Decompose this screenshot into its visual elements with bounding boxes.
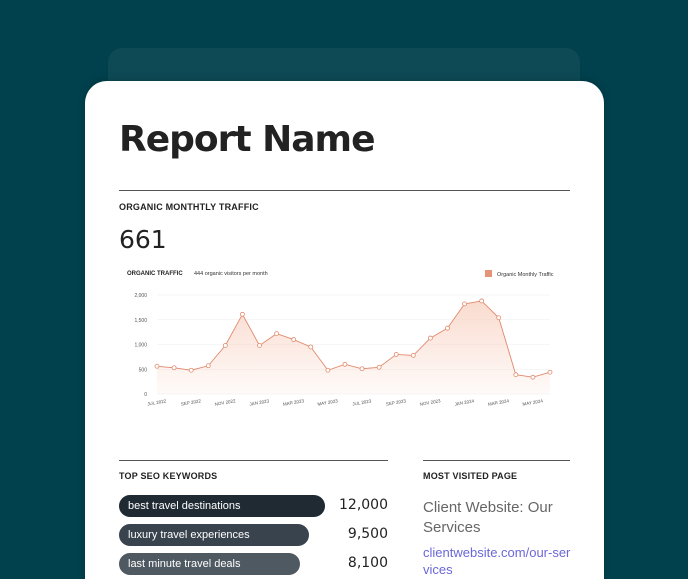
x-tick-label: JAN 2023 — [249, 398, 270, 406]
x-tick-label: NOV 2022 — [214, 398, 236, 407]
data-point — [240, 311, 245, 317]
data-point — [427, 335, 433, 341]
keyword-volume: 9,500 — [347, 526, 388, 542]
legend-swatch — [485, 270, 492, 277]
data-point — [257, 343, 262, 348]
keyword-row: best travel destinations 12,000 — [119, 495, 389, 517]
keywords-label: TOP SEO KEYWORDS — [119, 471, 218, 481]
traffic-chart: ORGANIC TRAFFIC 444 organic visitors per… — [127, 270, 554, 407]
data-point — [342, 361, 348, 367]
report-card: Report Name ORGANIC MONTHTLY TRAFFIC 661… — [85, 81, 604, 579]
legend-label: Organic Monthly Traffic — [497, 272, 554, 278]
keyword-pill: luxury travel experiences — [119, 524, 309, 546]
keyword-pill: best travel destinations — [119, 495, 325, 517]
keyword-row: last minute travel deals 8,100 — [119, 553, 389, 575]
data-point — [325, 367, 331, 373]
data-point — [171, 365, 177, 371]
data-point — [410, 352, 416, 358]
data-point — [462, 301, 467, 307]
data-point — [530, 374, 536, 380]
keyword-pill: last minute travel deals — [119, 553, 300, 575]
x-tick-label: MAY 2023 — [317, 398, 339, 407]
x-tick-label: MAY 2024 — [522, 398, 544, 407]
keywords-divider — [119, 460, 388, 461]
y-tick-label: 500 — [139, 367, 148, 373]
data-point — [222, 343, 228, 348]
data-point — [274, 331, 280, 337]
chart-title: ORGANIC TRAFFIC — [127, 271, 183, 277]
data-point — [376, 364, 382, 370]
data-point — [479, 298, 485, 304]
chart-subtitle: 444 organic visitors per month — [194, 271, 268, 277]
report-title: Report Name — [119, 119, 375, 160]
data-point — [393, 352, 399, 357]
x-tick-label: JUL 2022 — [147, 398, 167, 406]
series-area — [157, 300, 550, 394]
traffic-label: ORGANIC MONTHTLY TRAFFIC — [119, 202, 259, 212]
most-visited-divider — [423, 460, 570, 461]
y-tick-label: 0 — [144, 392, 147, 398]
data-point — [205, 363, 211, 369]
most-visited-page-link[interactable]: clientwebsite.com/our-services — [423, 544, 573, 578]
y-tick-label: 1,500 — [134, 318, 147, 324]
y-tick-label: 1,000 — [134, 343, 147, 349]
data-point — [154, 363, 160, 369]
data-point — [513, 372, 519, 378]
x-tick-label: SEP 2022 — [181, 398, 202, 407]
x-tick-label: MAR 2024 — [488, 398, 510, 407]
x-tick-label: JAN 2024 — [454, 398, 475, 406]
traffic-value: 661 — [119, 225, 167, 254]
data-point — [445, 325, 450, 331]
data-point — [496, 315, 502, 321]
data-point — [291, 337, 297, 342]
data-point — [188, 367, 194, 373]
keyword-row: luxury travel experiences 9,500 — [119, 524, 389, 546]
y-tick-label: 2,000 — [134, 293, 147, 299]
keyword-volume: 8,100 — [347, 555, 388, 571]
x-tick-label: SEP 2023 — [386, 398, 407, 407]
most-visited-page-title: Client Website: Our Services — [423, 499, 553, 536]
traffic-divider — [119, 190, 570, 191]
x-tick-label: JUL 2023 — [352, 398, 372, 406]
x-tick-label: MAR 2023 — [283, 398, 305, 407]
data-point — [359, 366, 365, 372]
data-point — [547, 369, 553, 375]
keyword-volume: 12,000 — [339, 497, 388, 513]
data-point — [308, 344, 314, 350]
most-visited-label: MOST VISITED PAGE — [423, 471, 518, 481]
x-tick-label: NOV 2023 — [419, 398, 441, 407]
